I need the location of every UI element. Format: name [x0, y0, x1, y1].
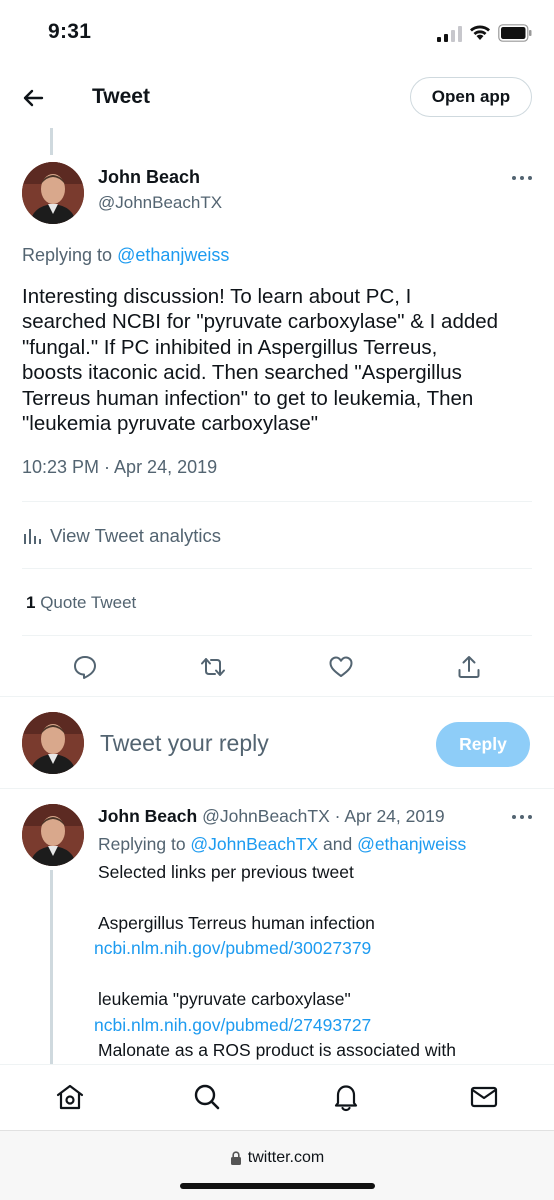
reply-link[interactable]: ncbi.nlm.nih.gov/pubmed/27493727 [94, 1015, 371, 1036]
url-text: twitter.com [247, 1149, 325, 1166]
tweet-text-line: "leukemia pyruvate carboxylase" [22, 412, 318, 436]
back-arrow-icon[interactable] [18, 83, 48, 113]
reply-input[interactable]: Tweet your reply [100, 730, 269, 757]
analytics-icon [24, 529, 41, 544]
quote-label: Quote Tweet [35, 593, 137, 612]
view-analytics-link[interactable]: View Tweet analytics [22, 524, 221, 548]
avatar-image [22, 712, 84, 774]
reply-author-avatar[interactable] [22, 804, 84, 866]
replying-prefix: Replying to [98, 834, 191, 854]
replying-prefix: Replying to [22, 245, 118, 265]
my-avatar [22, 712, 84, 774]
battery-icon [498, 24, 532, 42]
reply-link[interactable]: ncbi.nlm.nih.gov/pubmed/30027379 [94, 938, 371, 959]
status-bar: 9:31 [0, 0, 554, 66]
divider [0, 696, 554, 697]
reply-icon[interactable] [72, 654, 98, 680]
divider [22, 635, 532, 636]
divider [22, 501, 532, 502]
divider [22, 568, 532, 569]
top-bar: Tweet Open app [0, 66, 554, 128]
avatar-image [22, 162, 84, 224]
more-options-icon[interactable] [510, 812, 534, 822]
avatar-image [22, 804, 84, 866]
reply-text-line: Selected links per previous tweet [98, 862, 354, 882]
reply-header: John Beach @JohnBeachTX · Apr 24, 2019 [98, 806, 445, 827]
status-time: 9:31 [48, 20, 92, 43]
quote-tweets-count[interactable]: 1 Quote Tweet [26, 593, 136, 613]
tweet-timestamp[interactable]: 10:23 PM · Apr 24, 2019 [22, 457, 217, 478]
bottom-nav [0, 1064, 554, 1130]
cellular-signal-icon [437, 26, 462, 42]
thread-line [50, 128, 53, 155]
like-icon[interactable] [328, 654, 354, 680]
tweet-text-line: searched NCBI for "pyruvate carboxylase"… [22, 310, 499, 334]
analytics-label: View Tweet analytics [50, 525, 222, 546]
replying-to-link[interactable]: @ethanjweiss [357, 834, 466, 854]
replying-to: Replying to @ethanjweiss [22, 245, 229, 266]
lock-icon [230, 1151, 241, 1165]
author-name[interactable]: John Beach [98, 167, 200, 188]
notifications-icon[interactable] [331, 1082, 361, 1112]
wifi-icon [470, 25, 490, 40]
open-app-button[interactable]: Open app [410, 77, 532, 117]
divider [0, 788, 554, 789]
reply-button[interactable]: Reply [436, 722, 530, 767]
author-handle[interactable]: @JohnBeachTX [98, 193, 222, 213]
replying-to-link[interactable]: @ethanjweiss [117, 245, 229, 265]
search-icon[interactable] [192, 1082, 222, 1112]
browser-bar: twitter.com [0, 1130, 554, 1200]
reply-text-line: Malonate as a ROS product is associated … [98, 1040, 456, 1060]
author-avatar[interactable] [22, 162, 84, 224]
share-icon[interactable] [456, 654, 482, 680]
reply-author-name[interactable]: John Beach [98, 806, 197, 826]
messages-icon[interactable] [469, 1082, 499, 1112]
replying-to-link[interactable]: @JohnBeachTX [190, 834, 318, 854]
tweet-text: Interesting discussion! To learn about P… [22, 284, 537, 436]
reply-meta: @JohnBeachTX · Apr 24, 2019 [197, 806, 445, 826]
home-indicator[interactable] [180, 1183, 375, 1189]
replying-and: and [318, 834, 358, 854]
reply-replying-to: Replying to @JohnBeachTX and @ethanjweis… [98, 834, 466, 855]
tweet-text-line: "fungal." If PC inhibited in Aspergillus… [22, 335, 438, 359]
tweet-text-line: Interesting discussion! To learn about P… [22, 285, 412, 308]
reply-text-line: Aspergillus Terreus human infection [98, 913, 375, 933]
thread-line [50, 870, 53, 1070]
home-icon[interactable] [55, 1082, 85, 1112]
retweet-icon[interactable] [200, 654, 226, 680]
tweet-text-line: boosts itaconic acid. Then searched "Asp… [22, 361, 462, 385]
reply-text-line: leukemia "pyruvate carboxylase" [98, 989, 351, 1009]
more-options-icon[interactable] [510, 173, 534, 183]
address-bar[interactable]: twitter.com [0, 1149, 554, 1167]
page-title: Tweet [92, 85, 150, 108]
tweet-text-line: Terreus human infection" to get to leuke… [22, 386, 474, 410]
